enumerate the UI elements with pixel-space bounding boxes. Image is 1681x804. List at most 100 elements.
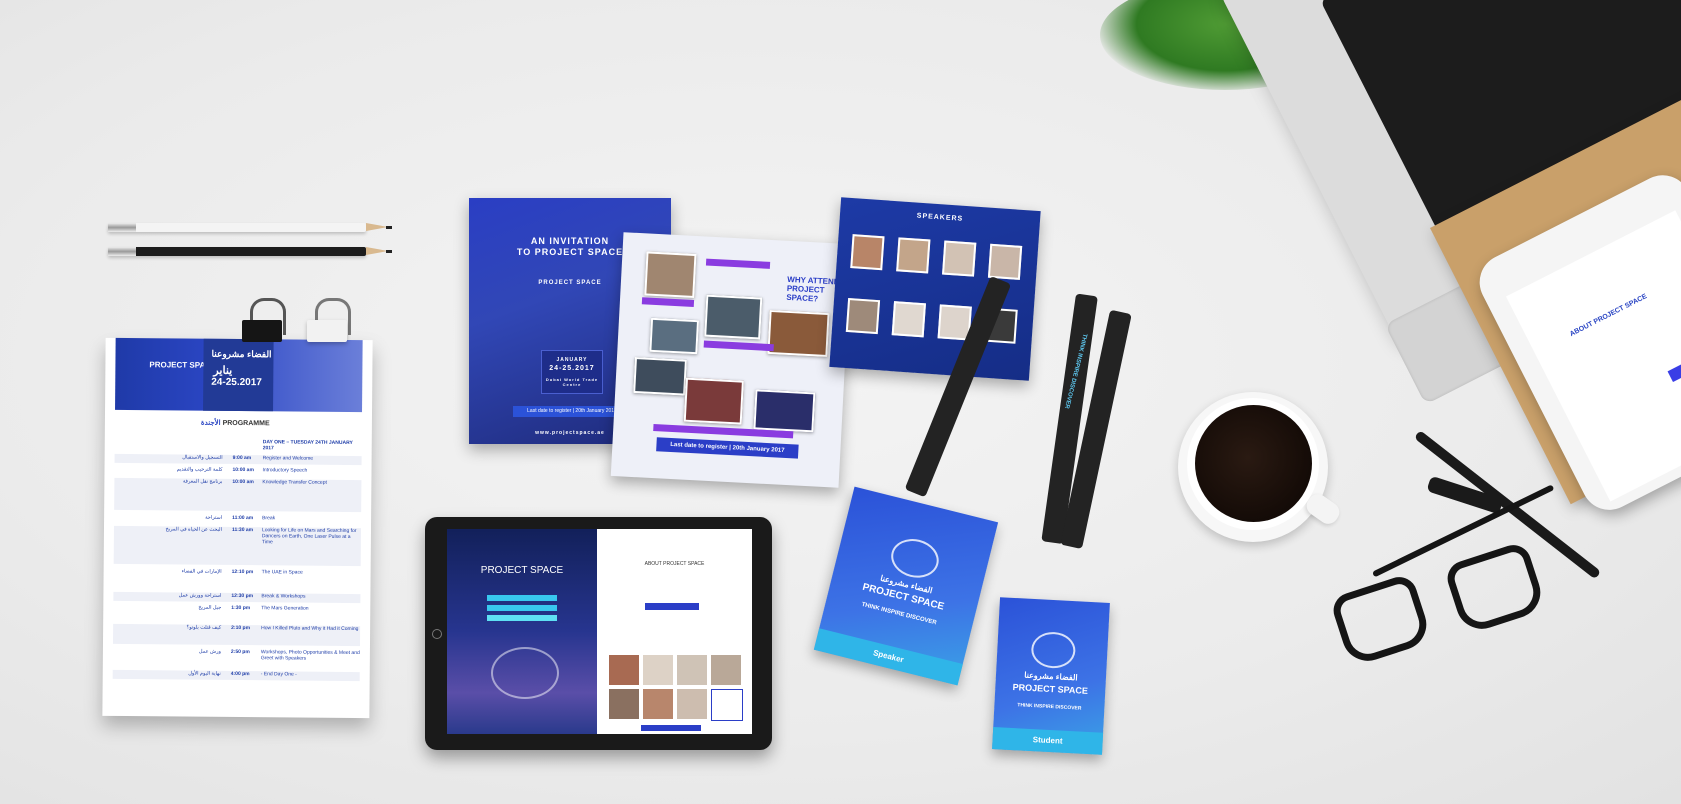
- invitation-date-box: JANUARY 24-25.2017 Dubai World Trade Cen…: [541, 350, 603, 394]
- programme-row: استراحة 11:00 am Break: [114, 514, 361, 525]
- row-english: The UAE in Space: [261, 569, 303, 576]
- programme-row: استراحة وورش عمل 12:30 pm Break & Worksh…: [113, 591, 361, 604]
- tablet-screen: PROJECT SPACE ABOUT PROJECT SPACE: [447, 529, 752, 734]
- photo-thumbnail: [704, 294, 763, 340]
- row-arabic: ورش عمل: [198, 648, 221, 655]
- row-english: Introductory Speech: [262, 467, 308, 474]
- programme-arabic-month: يناير: [213, 364, 233, 377]
- tablet-button: [487, 615, 557, 621]
- programme-row: برنامج نقل المعرفة 10:00 am Knowledge Tr…: [114, 477, 362, 513]
- purple-tag: [705, 258, 771, 269]
- row-arabic: التسجيل والاستقبال: [182, 454, 223, 461]
- programme-sheet: PROJECT SPACE الفضاء مشروعنا يناير 24-25…: [102, 337, 373, 719]
- badge-brand: PROJECT SPACE: [1012, 682, 1089, 696]
- programme-row: كلمة الترحيب والتقديم 10:00 am Introduct…: [114, 466, 361, 477]
- invitation-dates: 24-25.2017: [549, 365, 595, 372]
- clip-body: [242, 320, 282, 342]
- tablet-hero-panel: PROJECT SPACE: [447, 529, 597, 734]
- programme-row: ورش عمل 2:50 pm Workshops, Photo Opportu…: [113, 648, 360, 668]
- row-time: 10:00 am: [232, 478, 254, 486]
- purple-tag: [703, 340, 774, 352]
- speaker-photo: [845, 297, 881, 335]
- row-arabic: نهاية اليوم الأول: [188, 670, 221, 677]
- row-arabic: جيل المريخ: [198, 604, 222, 611]
- speaker-photo: [942, 240, 977, 277]
- programme-header: PROJECT SPACE الفضاء مشروعنا يناير 24-25…: [115, 337, 363, 413]
- speakers-title: SPEAKERS: [916, 212, 964, 223]
- row-arabic: برنامج نقل المعرفة: [182, 478, 223, 485]
- pencil-black: [108, 247, 392, 256]
- pencil-tip: [366, 223, 388, 231]
- row-english: Break & Workshops: [261, 593, 306, 600]
- row-time: 1:30 pm: [231, 604, 251, 612]
- tablet-footer-button: [641, 725, 701, 731]
- row-time: 2:10 pm: [231, 624, 251, 632]
- speaker-photo: [677, 689, 707, 719]
- programme-day-header: DAY ONE – TUESDAY 24TH JANUARY 2017: [115, 438, 362, 451]
- speaker-photo: [987, 243, 1023, 280]
- row-english: Register and Welcome: [262, 455, 314, 462]
- photo-thumbnail: [633, 356, 687, 396]
- programme-row: نهاية اليوم الأول 4:00 pm - End Day One …: [112, 669, 360, 682]
- row-time: 12:10 pm: [231, 568, 254, 576]
- project-space-logo-icon: [491, 647, 559, 699]
- pencil-lead: [386, 250, 392, 253]
- speaker-photo: [643, 655, 673, 685]
- row-time: 2:50 pm: [230, 648, 250, 656]
- project-space-logo-icon: [1030, 630, 1077, 670]
- photo-thumbnail: [683, 377, 744, 425]
- programme-row: البحث عن الحياة في المريخ 11:30 am Looki…: [113, 525, 362, 567]
- speaker-photo: [896, 237, 931, 274]
- row-english: Workshops, Photo Opportunities & Meet an…: [260, 649, 360, 662]
- row-time: 11:30 am: [231, 526, 254, 534]
- photo-thumbnail: [753, 389, 816, 433]
- row-english: Break: [262, 515, 276, 522]
- row-arabic: كلمة الترحيب والتقديم: [176, 466, 223, 473]
- project-space-logo-icon: [887, 534, 943, 583]
- row-english: How I Killed Pluto and Why it Had it Com…: [261, 625, 359, 633]
- pencil-ferrule: [108, 223, 136, 232]
- row-time: 10:00 am: [232, 466, 254, 474]
- speaker-photo: [891, 301, 926, 338]
- pencil-tip: [366, 247, 388, 255]
- coffee: [1195, 405, 1312, 522]
- why-attend-deadline: Last date to register | 20th January 201…: [656, 437, 799, 459]
- row-arabic: استراحة وورش عمل: [178, 592, 222, 599]
- row-time: 9:00 am: [232, 454, 252, 462]
- row-time: 11:00 am: [232, 514, 254, 522]
- clip-body: [307, 320, 347, 342]
- invitation-venue: Dubai World Trade Centre: [545, 377, 599, 387]
- row-time: 12:30 pm: [231, 592, 254, 600]
- badge-tagline: THINK INSPIRE DISCOVER: [1017, 702, 1082, 712]
- programme-dates: 24-25.2017: [211, 376, 262, 389]
- photo-thumbnail: [649, 317, 700, 355]
- tablet-home-button: [432, 629, 442, 639]
- programme-title-ar: الأجندة: [200, 419, 221, 427]
- speaker-photo: [677, 655, 707, 685]
- tablet: PROJECT SPACE ABOUT PROJECT SPACE: [425, 517, 772, 750]
- speaker-more-tile: [711, 689, 743, 721]
- invitation-month: JANUARY: [556, 357, 588, 363]
- purple-tag: [641, 297, 695, 307]
- tablet-hero-title: PROJECT SPACE: [480, 565, 564, 576]
- row-arabic: البحث عن الحياة في المريخ: [165, 526, 223, 533]
- photo-thumbnail: [767, 309, 830, 358]
- programme-row: كيف قتلت بلوتو؟ 2:10 pm How I Killed Plu…: [112, 623, 361, 647]
- programme-row: التسجيل والاستقبال 9:00 am Register and …: [114, 453, 362, 466]
- row-time: 4:00 pm: [230, 670, 250, 678]
- programme-arabic-title: الفضاء مشروعنا: [211, 348, 272, 360]
- speaker-photo: [609, 655, 639, 685]
- row-english: Knowledge Transfer Concept: [262, 479, 327, 486]
- pencil-white: [108, 223, 392, 232]
- row-arabic: كيف قتلت بلوتو؟: [186, 624, 222, 631]
- tablet-input-bar: [487, 605, 557, 611]
- programme-row: جيل المريخ 1:30 pm The Mars Generation: [113, 604, 360, 622]
- programme-title-en: PROGRAMME: [222, 419, 270, 428]
- row-arabic: استراحة: [205, 514, 223, 521]
- tablet-about-title: ABOUT PROJECT SPACE: [644, 561, 705, 567]
- row-arabic: الإمارات في الفضاء: [181, 568, 222, 575]
- tablet-input-bar: [487, 595, 557, 601]
- photo-thumbnail: [644, 251, 697, 298]
- pencil-ferrule: [108, 247, 136, 256]
- student-badge: الفضاء مشروعنا PROJECT SPACE THINK INSPI…: [992, 597, 1110, 755]
